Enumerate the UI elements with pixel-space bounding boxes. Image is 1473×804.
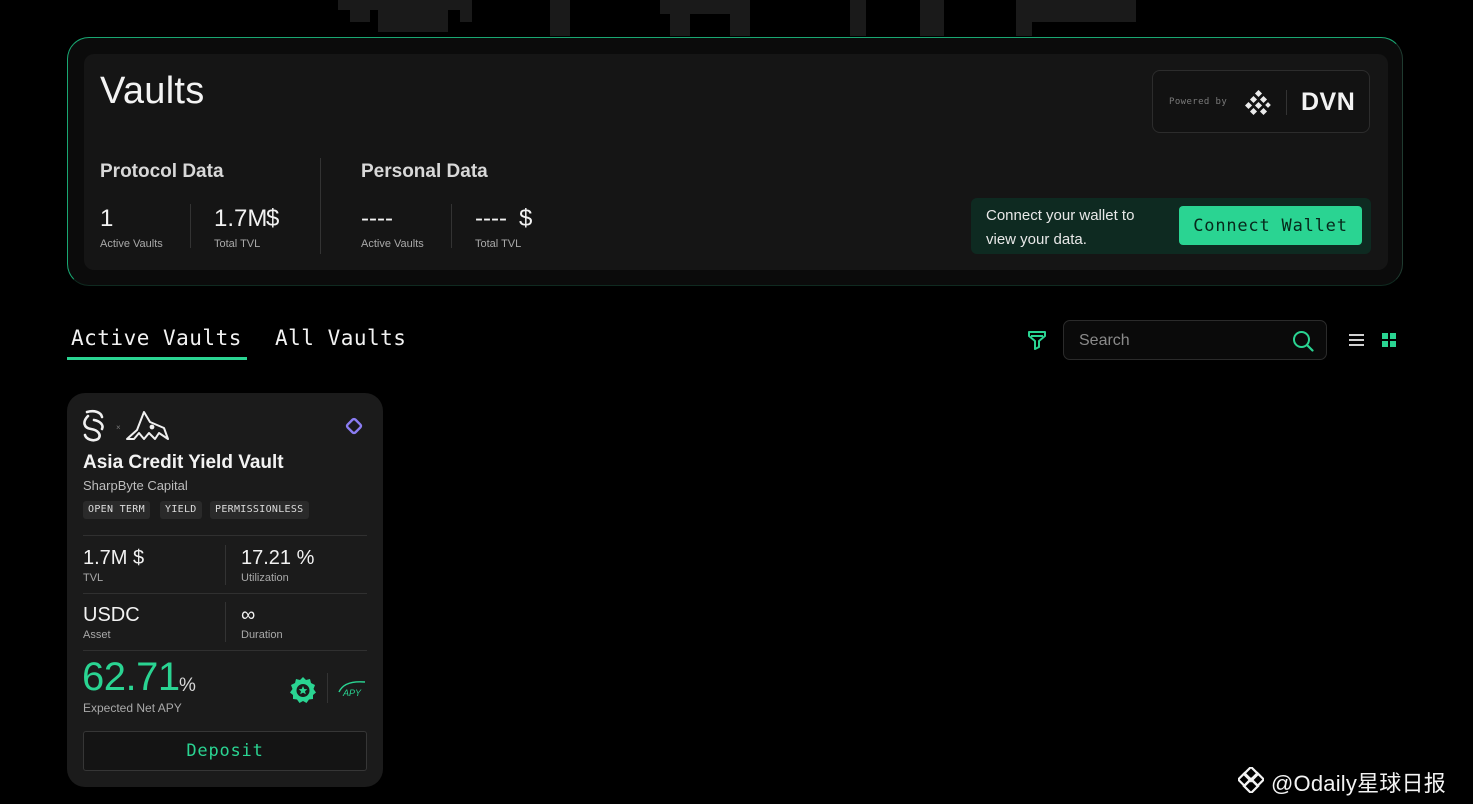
personal-data-title: Personal Data [361,161,488,182]
metric-divider [225,545,226,585]
vault-tvl-value: 1.7M $ [83,547,145,569]
protocol-total-tvl-value: 1.7M [214,205,268,232]
connect-wallet-button[interactable]: Connect Wallet [1179,206,1362,245]
powered-by-label: Powered by [1169,97,1228,107]
metric-divider [225,602,226,642]
vault-tag: OPEN TERM [83,501,150,519]
card-divider [83,650,367,651]
connect-wallet-message: Connect your wallet to view your data. [986,207,1135,248]
card-divider [83,593,367,594]
apy-divider [327,673,328,703]
protocol-total-tvl-label: Total TVL [214,238,261,250]
vault-title: Asia Credit Yield Vault [83,452,284,473]
page: Vaults Powered by DVN Protocol Data 1 Ac… [0,0,1473,804]
pixel-logo-decoration [330,0,1140,38]
connect-wallet-box: Connect your wallet to view your data. C… [971,198,1371,254]
powered-by-badge[interactable]: Powered by DVN [1152,70,1370,133]
vault-asset-value: USDC [83,604,140,626]
personal-stat-divider [451,204,452,248]
deposit-button[interactable]: Deposit [83,731,367,771]
apy-chart-icon[interactable]: APY [337,679,367,699]
protocol-active-vaults-label: Active Vaults [100,238,163,250]
shark-logo-icon [126,411,169,440]
search-box [1063,320,1327,360]
vault-apy-label: Expected Net APY [83,701,182,715]
vault-utilization-value: 17.21 % [241,547,315,569]
filter-icon[interactable] [1027,330,1047,350]
powered-by-brand: DVN [1301,88,1356,116]
personal-active-vaults-value: ---- [361,205,393,232]
verified-badge-icon[interactable] [289,676,317,704]
chain-network-icon [345,417,363,435]
vault-utilization-label: Utilization [241,572,289,584]
powered-by-divider [1286,90,1287,115]
protocol-data-title: Protocol Data [100,161,224,182]
sharpbyte-logo-icon [83,409,104,442]
tab-all-vaults[interactable]: All Vaults [275,326,406,350]
personal-total-tvl-unit: $ [519,205,533,232]
vault-tag: PERMISSIONLESS [210,501,309,519]
vault-manager: SharpByte Capital [83,478,188,493]
vault-tag: YIELD [160,501,202,519]
vault-apy-value: 62.71 [82,655,180,699]
odaily-logo-icon [1238,767,1264,793]
protocol-total-tvl-unit: $ [266,205,280,232]
page-title: Vaults [100,70,205,112]
vault-tvl-label: TVL [83,572,104,584]
vault-partner-logos: × [83,409,169,442]
protocol-active-vaults-value: 1 [100,205,114,232]
personal-total-tvl-value: ---- [475,205,507,232]
apy-icon-text: APY [342,688,362,698]
card-divider [83,535,367,536]
personal-active-vaults-label: Active Vaults [361,238,424,250]
section-divider [320,158,321,254]
vault-duration-value: ∞ [241,604,256,626]
vault-asset-label: Asset [83,629,111,641]
vault-duration-label: Duration [241,629,283,641]
tab-active-vaults[interactable]: Active Vaults [71,326,242,350]
search-icon[interactable] [1292,330,1314,352]
vault-card[interactable]: × Asia Credit Yield Vault SharpByte Capi… [67,393,383,787]
vault-apy-unit: % [179,675,196,696]
list-view-icon[interactable] [1348,332,1365,348]
personal-total-tvl-label: Total TVL [475,238,522,250]
watermark-text: @Odaily星球日报 [1271,771,1446,796]
search-input[interactable] [1079,329,1279,353]
protocol-stat-divider [190,204,191,248]
active-tab-indicator [67,357,247,360]
svg-text:×: × [116,423,121,432]
dvn-logo-icon [1245,90,1271,116]
grid-view-icon[interactable] [1381,332,1397,348]
